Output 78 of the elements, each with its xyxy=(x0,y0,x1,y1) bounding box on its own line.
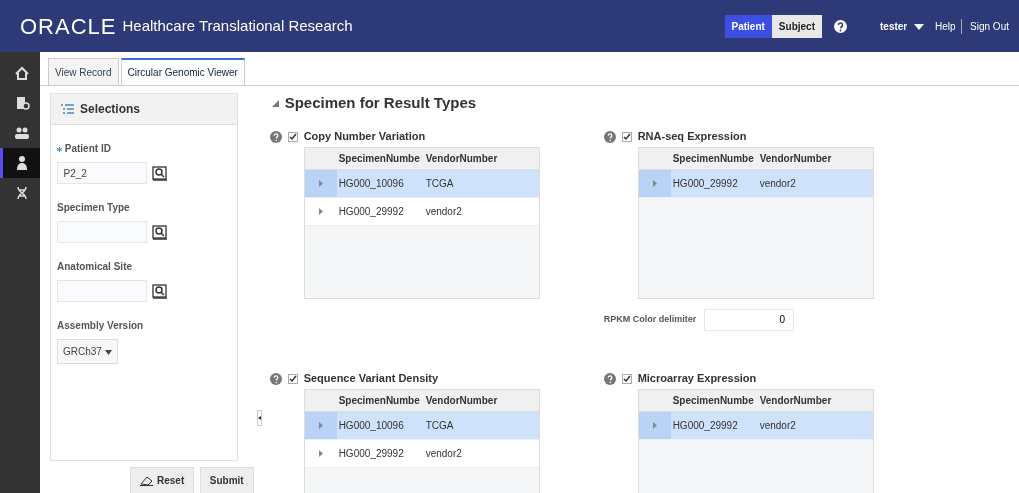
field-label: RPKM Color delimiter xyxy=(603,312,697,326)
column-header: SpecimenNumbe xyxy=(337,393,421,408)
action-button[interactable]: Reset xyxy=(130,467,195,493)
eraser-icon xyxy=(140,475,153,486)
app-title: Healthcare Translational Research xyxy=(122,15,353,36)
header-link[interactable]: Sign Out xyxy=(961,18,1009,34)
tab[interactable]: View Record xyxy=(48,58,119,85)
expand-icon[interactable] xyxy=(318,207,323,215)
result-type-label: Sequence Variant Density xyxy=(303,371,439,387)
checkbox-checked[interactable] xyxy=(287,373,298,384)
column-header: SpecimenNumbe xyxy=(671,151,755,166)
help-icon[interactable] xyxy=(834,19,847,33)
input-field[interactable]: P2_2 xyxy=(56,162,147,184)
result-type-label: Copy Number Variation xyxy=(303,129,426,145)
field-label: Specimen Type xyxy=(57,201,131,215)
list-icon xyxy=(61,103,74,115)
user-menu[interactable]: tester xyxy=(880,18,924,34)
table-cell-text: vendor2 xyxy=(758,176,796,191)
result-type-label: Microarray Expression xyxy=(637,371,757,387)
home-icon xyxy=(13,65,30,81)
field-label: Patient ID xyxy=(57,141,237,156)
expanded-icon xyxy=(271,99,279,107)
section-title[interactable]: Specimen for Result Types xyxy=(271,92,1019,115)
search-icon[interactable] xyxy=(152,224,167,240)
field-label: Anatomical Site xyxy=(57,260,134,274)
checkbox-checked[interactable] xyxy=(621,373,632,384)
table-row[interactable]: HG000_29992 vendor2 xyxy=(638,411,873,440)
assembly-dropdown[interactable]: GRCh37 xyxy=(57,339,118,364)
collapse-handle[interactable] xyxy=(256,410,262,427)
help-icon[interactable] xyxy=(269,372,282,385)
panel-title: Selections xyxy=(80,101,141,118)
tab[interactable]: Circular Genomic Viewer xyxy=(120,58,245,85)
help-icon[interactable] xyxy=(603,130,616,143)
table-row[interactable]: HG000_10096 TCGA xyxy=(304,169,539,198)
table-cell-text: HG000_29992 xyxy=(671,418,739,433)
column-header: VendorNumber xyxy=(758,393,832,408)
help-icon[interactable] xyxy=(603,372,616,385)
result-type-label: RNA-seq Expression xyxy=(637,129,747,145)
nav-item[interactable] xyxy=(0,148,40,178)
input-field[interactable]: 0 xyxy=(704,308,795,331)
input-field[interactable] xyxy=(56,221,147,243)
table-cell-text: HG000_10096 xyxy=(337,176,405,191)
input-field[interactable] xyxy=(56,280,147,302)
table-cell-text: TCGA xyxy=(424,176,454,191)
table-cell-text: vendor2 xyxy=(424,204,462,219)
checkbox-checked[interactable] xyxy=(621,131,632,142)
column-header: VendorNumber xyxy=(758,151,832,166)
header-link[interactable]: Help xyxy=(935,18,956,34)
table-row[interactable]: HG000_29992 vendor2 xyxy=(304,197,539,226)
table-cell-text: vendor2 xyxy=(758,418,796,433)
table-row[interactable]: HG000_29992 vendor2 xyxy=(638,169,873,198)
column-header: VendorNumber xyxy=(424,151,498,166)
required-icon xyxy=(57,146,62,152)
column-header: SpecimenNumbe xyxy=(337,151,421,166)
oracle-logo: ORACLE xyxy=(20,12,117,41)
table-row[interactable]: HG000_29992 vendor2 xyxy=(304,439,539,468)
column-header: VendorNumber xyxy=(424,393,498,408)
column-header: SpecimenNumbe xyxy=(671,393,755,408)
help-icon[interactable] xyxy=(269,130,282,143)
table-row[interactable]: HG000_10096 TCGA xyxy=(304,411,539,440)
table-cell-text: HG000_29992 xyxy=(337,204,405,219)
table-cell-text: HG000_29992 xyxy=(671,176,739,191)
action-button[interactable]: Submit xyxy=(199,467,254,493)
search-icon[interactable] xyxy=(152,283,167,299)
table-cell-text: HG000_29992 xyxy=(337,446,405,461)
mode-tab[interactable]: Subject xyxy=(771,14,822,38)
people-icon xyxy=(13,125,30,141)
search-icon[interactable] xyxy=(152,165,167,181)
mode-tab[interactable]: Patient xyxy=(724,14,772,38)
caret-icon xyxy=(914,23,924,30)
expand-icon[interactable] xyxy=(318,449,323,457)
field-label: Assembly Version xyxy=(57,319,145,333)
caret-icon xyxy=(104,349,112,355)
table-cell-text: TCGA xyxy=(424,418,454,433)
table-cell-text: HG000_10096 xyxy=(337,418,405,433)
collapse-icon xyxy=(257,416,261,421)
table-cell-text: vendor2 xyxy=(424,446,462,461)
checkbox-checked[interactable] xyxy=(287,131,298,142)
